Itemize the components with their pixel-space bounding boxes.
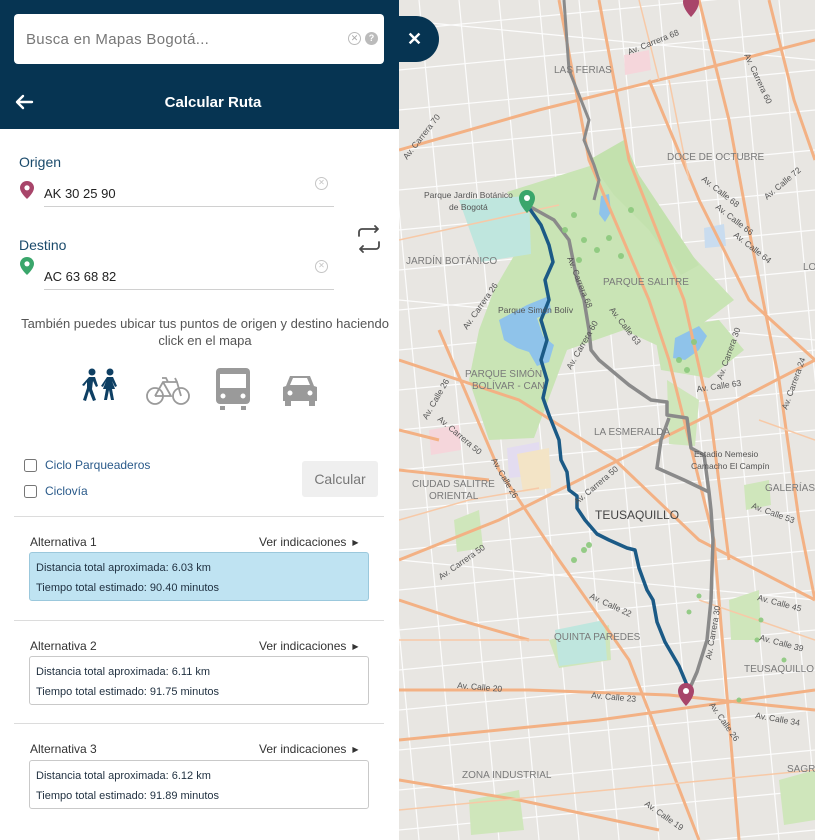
bicycle-icon[interactable]	[144, 366, 192, 410]
alternative-1-time: Tiempo total estimado: 90.40 minutos	[36, 582, 220, 594]
ciclovia-option[interactable]: Ciclovía	[24, 484, 88, 498]
map-label: DOCE DE OCTUBRE	[667, 152, 765, 163]
alternative-2-distance: Distancia total aproximada: 6.11 km	[36, 666, 211, 678]
alternative-2-directions-link[interactable]: Ver indicaciones ▶	[259, 639, 359, 653]
alternative-2-card[interactable]: Distancia total aproximada: 6.11 km Tiem…	[29, 656, 369, 705]
alternative-1-link-label: Ver indicaciones	[259, 535, 347, 549]
map-label: ZONA INDUSTRIAL	[462, 770, 552, 781]
map-label: Parque Simón Bolív	[498, 305, 574, 315]
alternative-3-title: Alternativa 3	[30, 742, 97, 756]
origin-label: Origen	[19, 154, 62, 170]
clear-destination-icon[interactable]: ✕	[315, 260, 328, 273]
alternative-1-title: Alternativa 1	[30, 535, 97, 549]
alternative-1-card[interactable]: Distancia total aproximada: 6.03 km Tiem…	[29, 552, 369, 601]
map-label: Parque Jardín Botánico	[424, 190, 513, 200]
divider	[14, 620, 384, 621]
map-canvas[interactable]: LAS FERIAS DOCE DE OCTUBRE JARDÍN BOTÁNI…	[399, 0, 815, 840]
divider	[14, 723, 384, 724]
help-icon[interactable]: ?	[365, 32, 378, 45]
ciclo-parqueaderos-checkbox[interactable]	[24, 458, 37, 472]
route-panel: ✕ ? Calcular Ruta Origen ✕ Destino ✕ Tam…	[0, 0, 399, 840]
alternative-3-card[interactable]: Distancia total aproximada: 6.12 km Tiem…	[29, 760, 369, 809]
divider	[14, 516, 384, 517]
map-hint-text: También puedes ubicar tus puntos de orig…	[21, 316, 389, 348]
alternative-2-title: Alternativa 2	[30, 639, 97, 653]
map-label: ORIENTAL	[429, 491, 479, 502]
clear-origin-icon[interactable]: ✕	[315, 177, 328, 190]
map-label: QUINTA PAREDES	[554, 632, 641, 643]
destination-pin-icon	[20, 257, 34, 275]
car-icon[interactable]	[280, 366, 320, 410]
map-label: BOLÍVAR - CAN	[472, 379, 545, 392]
map-label: LA ESMERALDA	[594, 427, 670, 438]
walk-icon[interactable]	[80, 366, 124, 410]
alternative-2-time: Tiempo total estimado: 91.75 minutos	[36, 686, 220, 698]
alternative-1-distance: Distancia total aproximada: 6.03 km	[36, 562, 211, 574]
map-label: Estadio Nemesio	[694, 449, 759, 459]
origin-input[interactable]	[44, 181, 334, 207]
map-label: PARQUE SALITRE	[603, 277, 689, 288]
page-title: Calcular Ruta	[164, 94, 262, 111]
swap-icon[interactable]	[353, 225, 385, 253]
clear-search-icon[interactable]: ✕	[348, 32, 361, 45]
map-label: CIUDAD SALITRE	[412, 479, 495, 490]
alternative-3-directions-link[interactable]: Ver indicaciones ▶	[259, 742, 359, 756]
panel-header: ✕ ? Calcular Ruta	[0, 0, 399, 129]
map-label-district: TEUSAQUILLO	[595, 508, 679, 522]
map-label: Camacho El Campín	[691, 461, 770, 471]
search-box: ✕ ?	[14, 14, 384, 64]
map-label: GALERÍAS	[765, 481, 815, 494]
caret-right-icon: ▶	[352, 642, 359, 651]
alternative-3-link-label: Ver indicaciones	[259, 742, 347, 756]
close-icon: ✕	[407, 29, 423, 49]
alternative-2-link-label: Ver indicaciones	[259, 639, 347, 653]
ciclovia-label: Ciclovía	[45, 484, 88, 498]
map-label: PARQUE SIMÓN	[465, 367, 542, 380]
map-label: JARDÍN BOTÁNICO	[406, 254, 497, 267]
map-view[interactable]: LAS FERIAS DOCE DE OCTUBRE JARDÍN BOTÁNI…	[399, 0, 815, 840]
map-label: de Bogotá	[449, 202, 488, 212]
caret-right-icon: ▶	[352, 538, 359, 547]
search-input[interactable]	[14, 14, 344, 64]
ciclovia-checkbox[interactable]	[24, 484, 37, 498]
map-label: LO	[803, 262, 815, 273]
origin-pin-icon	[20, 181, 34, 199]
alternative-3-time: Tiempo total estimado: 91.89 minutos	[36, 790, 220, 802]
map-label: TEUSAQUILLO	[744, 664, 814, 675]
map-label: LAS FERIAS	[554, 65, 612, 76]
destination-label: Destino	[19, 237, 67, 253]
destination-input[interactable]	[44, 264, 334, 290]
ciclo-parqueaderos-option[interactable]: Ciclo Parqueaderos	[24, 458, 150, 472]
alternative-1-directions-link[interactable]: Ver indicaciones ▶	[259, 535, 359, 549]
bus-icon[interactable]	[214, 366, 252, 410]
ciclo-parqueaderos-label: Ciclo Parqueaderos	[45, 458, 151, 472]
caret-right-icon: ▶	[352, 745, 359, 754]
calculate-button[interactable]: Calcular	[302, 461, 378, 497]
map-label: SAGR	[787, 764, 815, 775]
alternative-3-distance: Distancia total aproximada: 6.12 km	[36, 770, 211, 782]
